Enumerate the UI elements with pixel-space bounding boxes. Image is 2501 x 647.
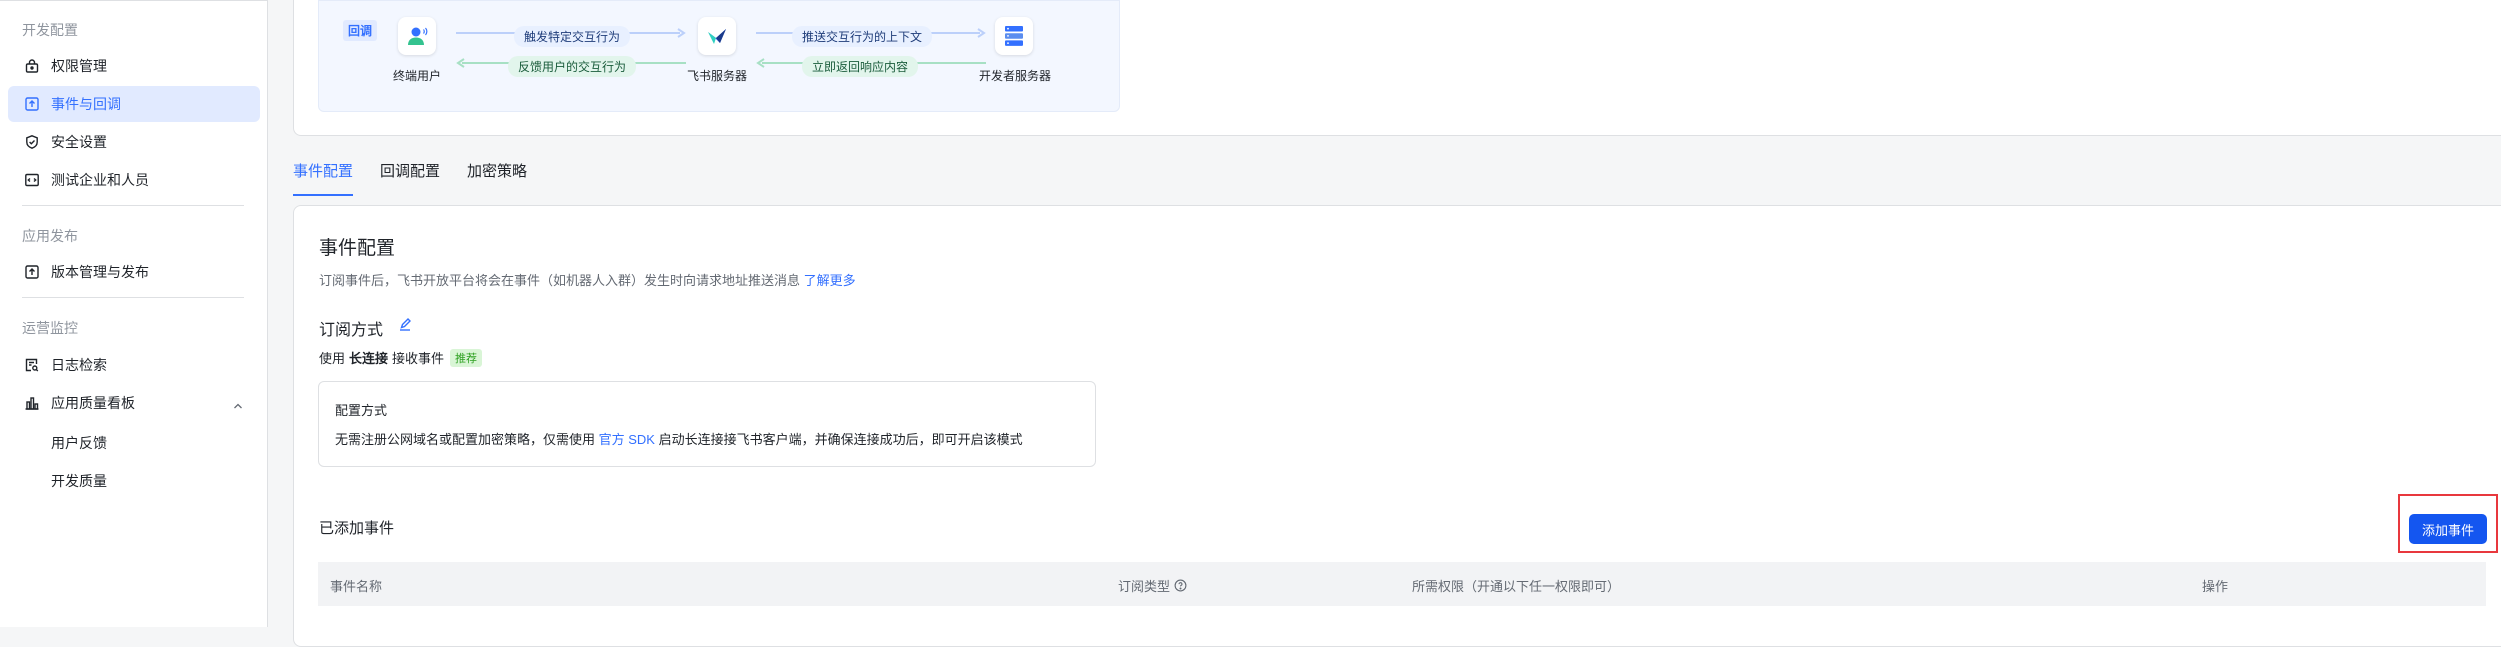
section-title-ops-monitor: 运营监控 (22, 320, 78, 336)
sidebar-item-label: 安全设置 (51, 134, 107, 150)
th-actions: 操作 (2202, 576, 2228, 595)
official-sdk-link[interactable]: 官方 SDK (599, 432, 655, 447)
sidebar-item-version-release[interactable]: 版本管理与发布 (8, 254, 260, 290)
pill-trigger: 触发特定交互行为 (514, 26, 631, 47)
chevron-up-icon[interactable] (232, 400, 244, 412)
sidebar-item-label: 版本管理与发布 (51, 264, 149, 280)
sidebar: 开发配置 权限管理 事件与回调 安全设置 测试企业和人员 应用发布 版本管理与发… (0, 0, 268, 627)
learn-more-link[interactable]: 了解更多 (804, 273, 856, 288)
help-icon[interactable] (1174, 579, 1187, 592)
dev-server-icon (995, 17, 1033, 55)
sidebar-divider (22, 297, 244, 298)
added-events-title: 已添加事件 (319, 520, 395, 537)
th-permissions: 所需权限（开通以下任一权限即可） (1412, 576, 1620, 595)
code-user-icon (24, 172, 40, 188)
sidebar-item-label: 事件与回调 (51, 96, 121, 112)
th-subscribe-type-label: 订阅类型 (1118, 579, 1171, 594)
th-permissions-label: 所需权限（开通以下任一权限即可） (1412, 579, 1621, 594)
events-table-header: 事件名称 订阅类型 所需权限（开通以下任一权限即可） 操作 (318, 562, 2486, 606)
feishu-server-icon (698, 17, 736, 55)
tab-event-config[interactable]: 事件配置 (293, 160, 354, 196)
th-actions-label: 操作 (2202, 579, 2229, 594)
sidebar-divider (22, 205, 244, 206)
add-event-button[interactable]: 添加事件 (2409, 514, 2487, 544)
config-tabs: 事件配置 回调配置 加密策略 (293, 160, 554, 196)
event-config-description: 订阅事件后，飞书开放平台将会在事件（如机器人入群）发生时向请求地址推送消息 了解… (319, 270, 856, 289)
tab-callback-config[interactable]: 回调配置 (380, 160, 440, 196)
bar-chart-icon (24, 395, 40, 411)
dev-server-label: 开发者服务器 (979, 69, 1052, 83)
subscribe-mode-line: 使用 长连接 接收事件 推荐 (319, 348, 483, 367)
page-title: 事件配置 (319, 238, 396, 259)
sidebar-top-divider (0, 0, 268, 1)
section-title-dev-config: 开发配置 (22, 22, 78, 38)
pill-push-context: 推送交互行为的上下文 (792, 26, 933, 47)
mode-desc-post: 启动长连接接飞书客户端，并确保连接成功后，即可开启该模式 (658, 432, 1023, 447)
sidebar-subitem-dev-quality[interactable]: 开发质量 (51, 471, 107, 491)
end-user-label: 终端用户 (393, 69, 442, 83)
mode-desc-pre: 无需注册公网域名或配置加密策略，仅需使用 (335, 432, 596, 447)
shield-icon (24, 134, 40, 150)
sidebar-item-label: 权限管理 (51, 58, 107, 74)
sidebar-item-security[interactable]: 安全设置 (8, 124, 260, 160)
end-user-icon (398, 17, 436, 55)
sidebar-subitem-user-feedback[interactable]: 用户反馈 (51, 433, 107, 453)
pill-feedback: 反馈用户的交互行为 (508, 56, 637, 77)
description-text: 订阅事件后，飞书开放平台将会在事件（如机器人入群）发生时向请求地址推送消息 (319, 273, 801, 288)
long-connection-label: 长连接 (349, 351, 389, 366)
sidebar-item-label: 应用质量看板 (51, 395, 135, 411)
upload-icon (24, 264, 40, 280)
th-event-name: 事件名称 (330, 576, 382, 595)
th-subscribe-type: 订阅类型 (1118, 576, 1187, 595)
sidebar-item-label: 测试企业和人员 (51, 172, 149, 188)
log-search-icon (24, 357, 40, 373)
tab-encryption[interactable]: 加密策略 (467, 160, 527, 196)
event-callback-icon (24, 96, 40, 112)
config-mode-title: 配置方式 (335, 403, 388, 418)
edit-icon[interactable] (397, 317, 413, 333)
feishu-server-label: 飞书服务器 (687, 69, 748, 83)
sidebar-item-test-enterprise[interactable]: 测试企业和人员 (8, 162, 260, 198)
th-event-name-label: 事件名称 (330, 579, 383, 594)
subscribe-mode-title: 订阅方式 (319, 322, 384, 339)
callback-tag: 回调 (343, 20, 378, 41)
sidebar-item-events-callbacks[interactable]: 事件与回调 (8, 86, 260, 122)
config-mode-box: 配置方式 无需注册公网域名或配置加密策略，仅需使用 官方 SDK 启动长连接接飞… (318, 381, 1096, 467)
lock-icon (24, 58, 40, 74)
pill-return-response: 立即返回响应内容 (802, 56, 919, 77)
section-title-app-release: 应用发布 (22, 228, 78, 244)
use-prefix: 使用 (319, 351, 346, 366)
sidebar-item-log-search[interactable]: 日志检索 (8, 347, 260, 383)
sidebar-item-quality-board[interactable]: 应用质量看板 (8, 385, 260, 421)
use-suffix: 接收事件 (392, 351, 445, 366)
recommend-badge: 推荐 (450, 348, 483, 367)
sidebar-item-label: 日志检索 (51, 357, 107, 373)
config-mode-desc: 无需注册公网域名或配置加密策略，仅需使用 官方 SDK 启动长连接接飞书客户端，… (335, 429, 1023, 448)
sidebar-item-permissions[interactable]: 权限管理 (8, 48, 260, 84)
